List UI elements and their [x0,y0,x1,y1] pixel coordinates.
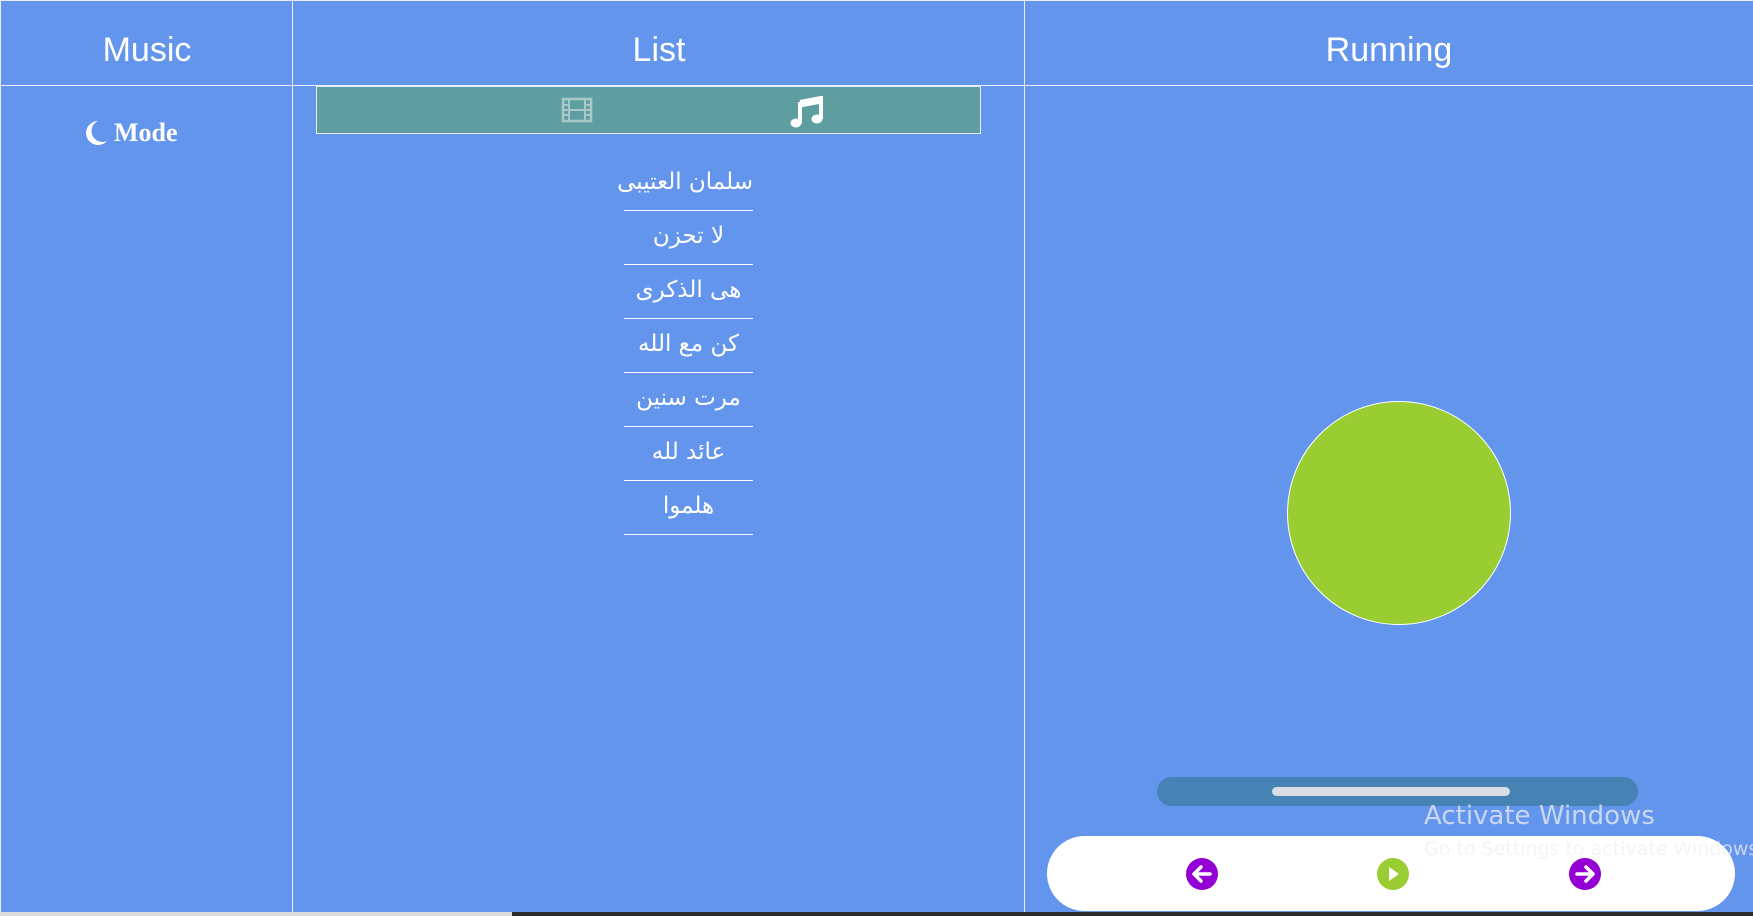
previous-button[interactable] [1186,858,1218,890]
taskbar-edge-dark [512,912,1753,916]
tab-music[interactable] [1025,87,1225,133]
film-icon [561,97,593,123]
song-item[interactable]: لا تحزن [624,212,753,265]
song-item[interactable]: سلمان العتيبى [617,158,753,211]
list-column-title: List [632,31,686,69]
player-controls [1047,836,1735,911]
music-note-icon [790,96,823,128]
mode-toggle[interactable]: Mode [82,118,178,148]
album-disc [1287,401,1511,625]
moon-icon [86,121,107,145]
song-item[interactable]: مرت سنين [624,374,753,427]
music-column-title: Music [102,31,192,69]
song-list: سلمان العتيبى لا تحزن هى الذكرى كن مع ال… [617,158,753,535]
next-button[interactable] [1569,858,1601,890]
music-app: Music List Running Mode سلمان العتيبى لا… [0,0,1753,912]
play-icon [1389,867,1399,881]
play-button[interactable] [1377,858,1409,890]
progress-bar[interactable] [1157,777,1638,806]
tab-videos[interactable] [502,87,652,133]
song-item[interactable]: هى الذكرى [624,266,753,319]
tab-music-button[interactable] [787,94,827,130]
mode-label: Mode [114,118,178,147]
list-tabbar [316,86,981,134]
arrow-right-icon [1575,865,1595,883]
song-item[interactable]: هلموا [624,482,753,535]
song-item[interactable]: كن مع الله [624,320,753,373]
song-item[interactable]: عائد لله [624,428,753,481]
progress-fill [1272,787,1510,796]
running-column-title: Running [1325,31,1453,69]
arrow-left-icon [1192,865,1212,883]
